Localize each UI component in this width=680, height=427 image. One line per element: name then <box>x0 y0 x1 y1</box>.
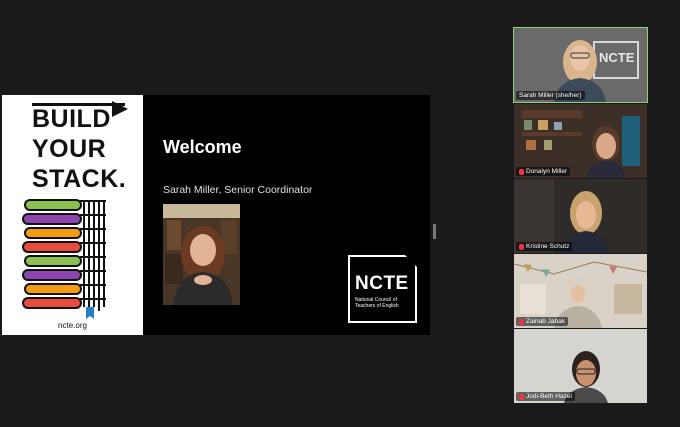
ncte-logo-notch <box>405 255 417 267</box>
ncte-watermark: NCTE <box>599 50 635 65</box>
participant-tile[interactable]: Donalyn Miller <box>514 104 647 178</box>
ncte-logo-subtitle: National Council of Teachers of English <box>355 297 399 309</box>
participant-name-tag: Jodi-Beth Hazel <box>516 392 575 401</box>
book-icon <box>22 269 82 281</box>
participant-name: Sarah Miller (she/her) <box>519 92 582 99</box>
ncte-logo-title: NCTE <box>355 273 409 294</box>
participant-name: Jodi-Beth Hazel <box>526 393 572 400</box>
muted-mic-icon <box>519 318 524 325</box>
logo-flag-icon <box>112 101 128 117</box>
ncte-logo: NCTE National Council of Teachers of Eng… <box>348 255 417 323</box>
logo-line-3: STACK. <box>32 165 127 193</box>
book-icon <box>22 297 82 309</box>
muted-mic-icon <box>519 393 524 400</box>
participant-name: Kristine Schutz <box>526 243 570 250</box>
page-edges-icon <box>80 200 106 319</box>
muted-mic-icon <box>519 243 524 250</box>
book-icon <box>24 255 82 267</box>
participant-tile[interactable]: Zainab Jabak <box>514 254 647 328</box>
build-your-stack-logo: BUILD YOUR STACK. ncte.org <box>2 95 143 335</box>
logo-line-2: YOUR <box>32 135 107 163</box>
slide-title: Welcome <box>163 137 242 157</box>
participant-name-tag: Kristine Schutz <box>516 242 573 251</box>
participant-name: Donalyn Miller <box>526 168 568 175</box>
book-icon <box>24 199 82 211</box>
panel-resize-handle[interactable] <box>433 224 436 239</box>
participant-tile[interactable]: Kristine Schutz <box>514 179 647 253</box>
participant-name-tag: Zainab Jabak <box>516 317 569 326</box>
participant-name: Zainab Jabak <box>526 318 566 325</box>
shared-slide: BUILD YOUR STACK. ncte.org Welcome Sarah… <box>2 95 430 335</box>
participant-name-tag: Donalyn Miller <box>516 167 571 176</box>
ncte-url: ncte.org <box>58 321 87 330</box>
logo-line-1: BUILD <box>32 105 111 133</box>
book-icon <box>22 213 82 225</box>
presenter-photo <box>163 204 240 305</box>
participant-tile[interactable]: NCTE Sarah Miller (she/her) <box>513 27 648 103</box>
participant-tile[interactable]: Jodi-Beth Hazel <box>514 329 647 403</box>
book-icon <box>24 227 82 239</box>
book-icon <box>22 241 82 253</box>
presenter-photo-image <box>163 204 240 305</box>
muted-mic-icon <box>519 168 524 175</box>
presenter-caption: Sarah Miller, Senior Coordinator <box>163 184 313 196</box>
book-icon <box>24 283 82 295</box>
participant-name-tag: Sarah Miller (she/her) <box>516 91 585 100</box>
